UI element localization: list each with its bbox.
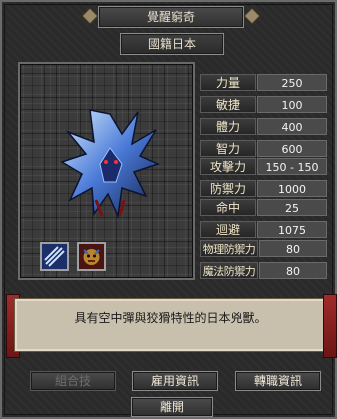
hire-info-button[interactable]: 雇用資訊 <box>132 371 218 391</box>
leave-button[interactable]: 離開 <box>131 397 213 417</box>
job-change-info-button[interactable]: 轉職資訊 <box>235 371 321 391</box>
stat-label: 智力 <box>200 140 256 157</box>
character-info-window: 覺醒窮奇 國籍日本 力量 250 敏捷 100 體力 400 智力 600 攻擊… <box>0 0 337 419</box>
title-ornament-left <box>81 7 99 25</box>
stat-row-defense: 防禦力 1000 <box>200 180 328 197</box>
stat-value: 250 <box>257 74 327 91</box>
country-label: 國籍日本 <box>120 33 224 55</box>
stat-row-evasion: 迴避 1075 <box>200 221 328 238</box>
stat-label: 迴避 <box>200 221 256 238</box>
stat-row-intelligence: 智力 600 <box>200 140 328 157</box>
demon-mask-icon[interactable] <box>77 242 106 271</box>
stat-label: 攻擊力 <box>200 158 256 175</box>
description-text: 具有空中彈與狡猾特性的日本兇獸。 <box>74 311 267 325</box>
stat-row-strength: 力量 250 <box>200 74 328 91</box>
stat-label: 體力 <box>200 118 256 135</box>
stat-row-magic-defense: 魔法防禦力 80 <box>200 262 328 279</box>
stat-value: 25 <box>257 199 327 216</box>
stat-value: 150 - 150 <box>257 158 327 175</box>
portrait-frame <box>18 62 195 280</box>
stat-label: 魔法防禦力 <box>200 262 258 279</box>
combo-skill-button[interactable]: 組合技 <box>30 371 116 391</box>
scroll-edge-right <box>323 294 337 358</box>
stat-row-agility: 敏捷 100 <box>200 96 328 113</box>
stat-value: 1000 <box>257 180 327 197</box>
stat-value: 100 <box>257 96 327 113</box>
stat-label: 敏捷 <box>200 96 256 113</box>
claw-slash-icon[interactable] <box>40 242 69 271</box>
stat-label: 力量 <box>200 74 256 91</box>
stat-row-attack: 攻擊力 150 - 150 <box>200 158 328 175</box>
stat-label: 命中 <box>200 199 256 216</box>
stat-value: 80 <box>259 240 327 257</box>
stat-row-accuracy: 命中 25 <box>200 199 328 216</box>
description-box: 具有空中彈與狡猾特性的日本兇獸。 <box>14 298 327 352</box>
stat-value: 600 <box>257 140 327 157</box>
stat-value: 400 <box>257 118 327 135</box>
stat-row-vitality: 體力 400 <box>200 118 328 135</box>
stat-label: 防禦力 <box>200 180 256 197</box>
title-ornament-right <box>243 7 261 25</box>
stat-value: 80 <box>259 262 327 279</box>
beast-portrait-icon <box>60 109 160 219</box>
stat-label: 物理防禦力 <box>200 240 258 257</box>
window-title: 覺醒窮奇 <box>98 6 244 28</box>
stat-row-physical-defense: 物理防禦力 80 <box>200 240 328 257</box>
stat-value: 1075 <box>257 221 327 238</box>
